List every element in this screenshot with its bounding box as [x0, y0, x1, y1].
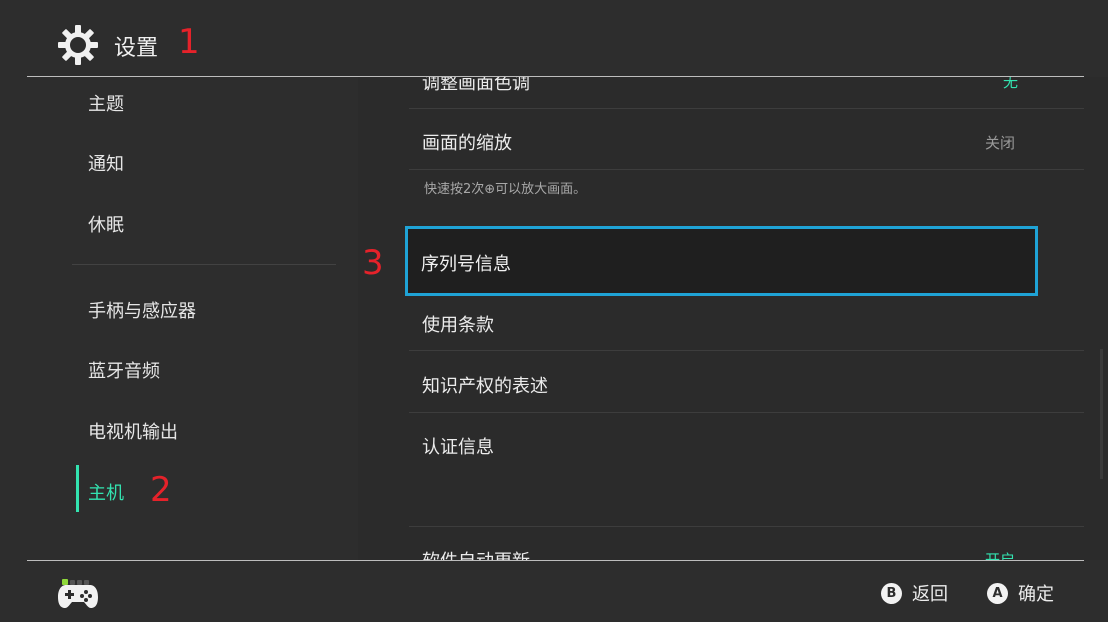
annotation-marker-1: 1 — [178, 22, 200, 62]
active-indicator — [76, 465, 79, 512]
back-label: 返回 — [912, 584, 948, 605]
auto-update-value: 开启 — [985, 551, 1016, 560]
back-button[interactable]: B 返回 — [881, 580, 948, 606]
auto-update-label[interactable]: 软件自动更新 — [422, 547, 530, 560]
screen-zoom-label[interactable]: 画面的缩放 — [422, 129, 512, 155]
serial-info-label: 序列号信息 — [421, 254, 511, 275]
terms-of-use-label[interactable]: 使用条款 — [422, 311, 494, 337]
row-divider — [409, 412, 1084, 413]
sidebar-item-sleep[interactable]: 休眠 — [88, 211, 124, 237]
sidebar-item-system[interactable]: 主机 — [88, 479, 124, 505]
row-divider — [409, 169, 1084, 170]
header: 设置 — [0, 0, 1108, 76]
sidebar-item-bluetooth-audio[interactable]: 蓝牙音频 — [88, 357, 160, 383]
sidebar-divider — [72, 264, 336, 265]
sidebar-item-tv-output[interactable]: 电视机输出 — [88, 418, 178, 444]
row-divider — [409, 526, 1084, 527]
settings-content: 调整画面色调 无 画面的缩放 关闭 快速按2次⊕可以放大画面。 序列号信息 使用… — [358, 77, 1108, 560]
page-title: 设置 — [114, 36, 159, 61]
row-divider — [409, 350, 1084, 351]
confirm-label: 确定 — [1018, 584, 1054, 605]
controller-icon — [58, 585, 98, 608]
b-button-icon: B — [881, 582, 902, 604]
sidebar-item-notifications[interactable]: 通知 — [88, 150, 124, 176]
scrollbar[interactable] — [1100, 349, 1103, 479]
sidebar: 主题 通知 休眠 手柄与感应器 蓝牙音频 电视机输出 主机 — [0, 77, 358, 560]
a-button-icon: A — [987, 582, 1008, 604]
color-adjust-value: 无 — [1003, 77, 1019, 91]
certification-label[interactable]: 认证信息 — [422, 433, 494, 459]
row-divider — [409, 108, 1084, 109]
sidebar-item-controllers[interactable]: 手柄与感应器 — [88, 297, 196, 323]
screen-zoom-value: 关闭 — [985, 134, 1016, 152]
ip-notice-label[interactable]: 知识产权的表述 — [422, 372, 548, 398]
annotation-marker-2: 2 — [150, 470, 172, 510]
sidebar-item-theme[interactable]: 主题 — [88, 90, 124, 116]
confirm-button[interactable]: A 确定 — [987, 580, 1054, 606]
color-adjust-label[interactable]: 调整画面色调 — [422, 77, 530, 95]
screen-zoom-description: 快速按2次⊕可以放大画面。 — [424, 182, 587, 197]
serial-info-row[interactable]: 序列号信息 — [405, 226, 1038, 296]
gear-icon — [58, 25, 98, 65]
annotation-marker-3: 3 — [362, 243, 384, 283]
